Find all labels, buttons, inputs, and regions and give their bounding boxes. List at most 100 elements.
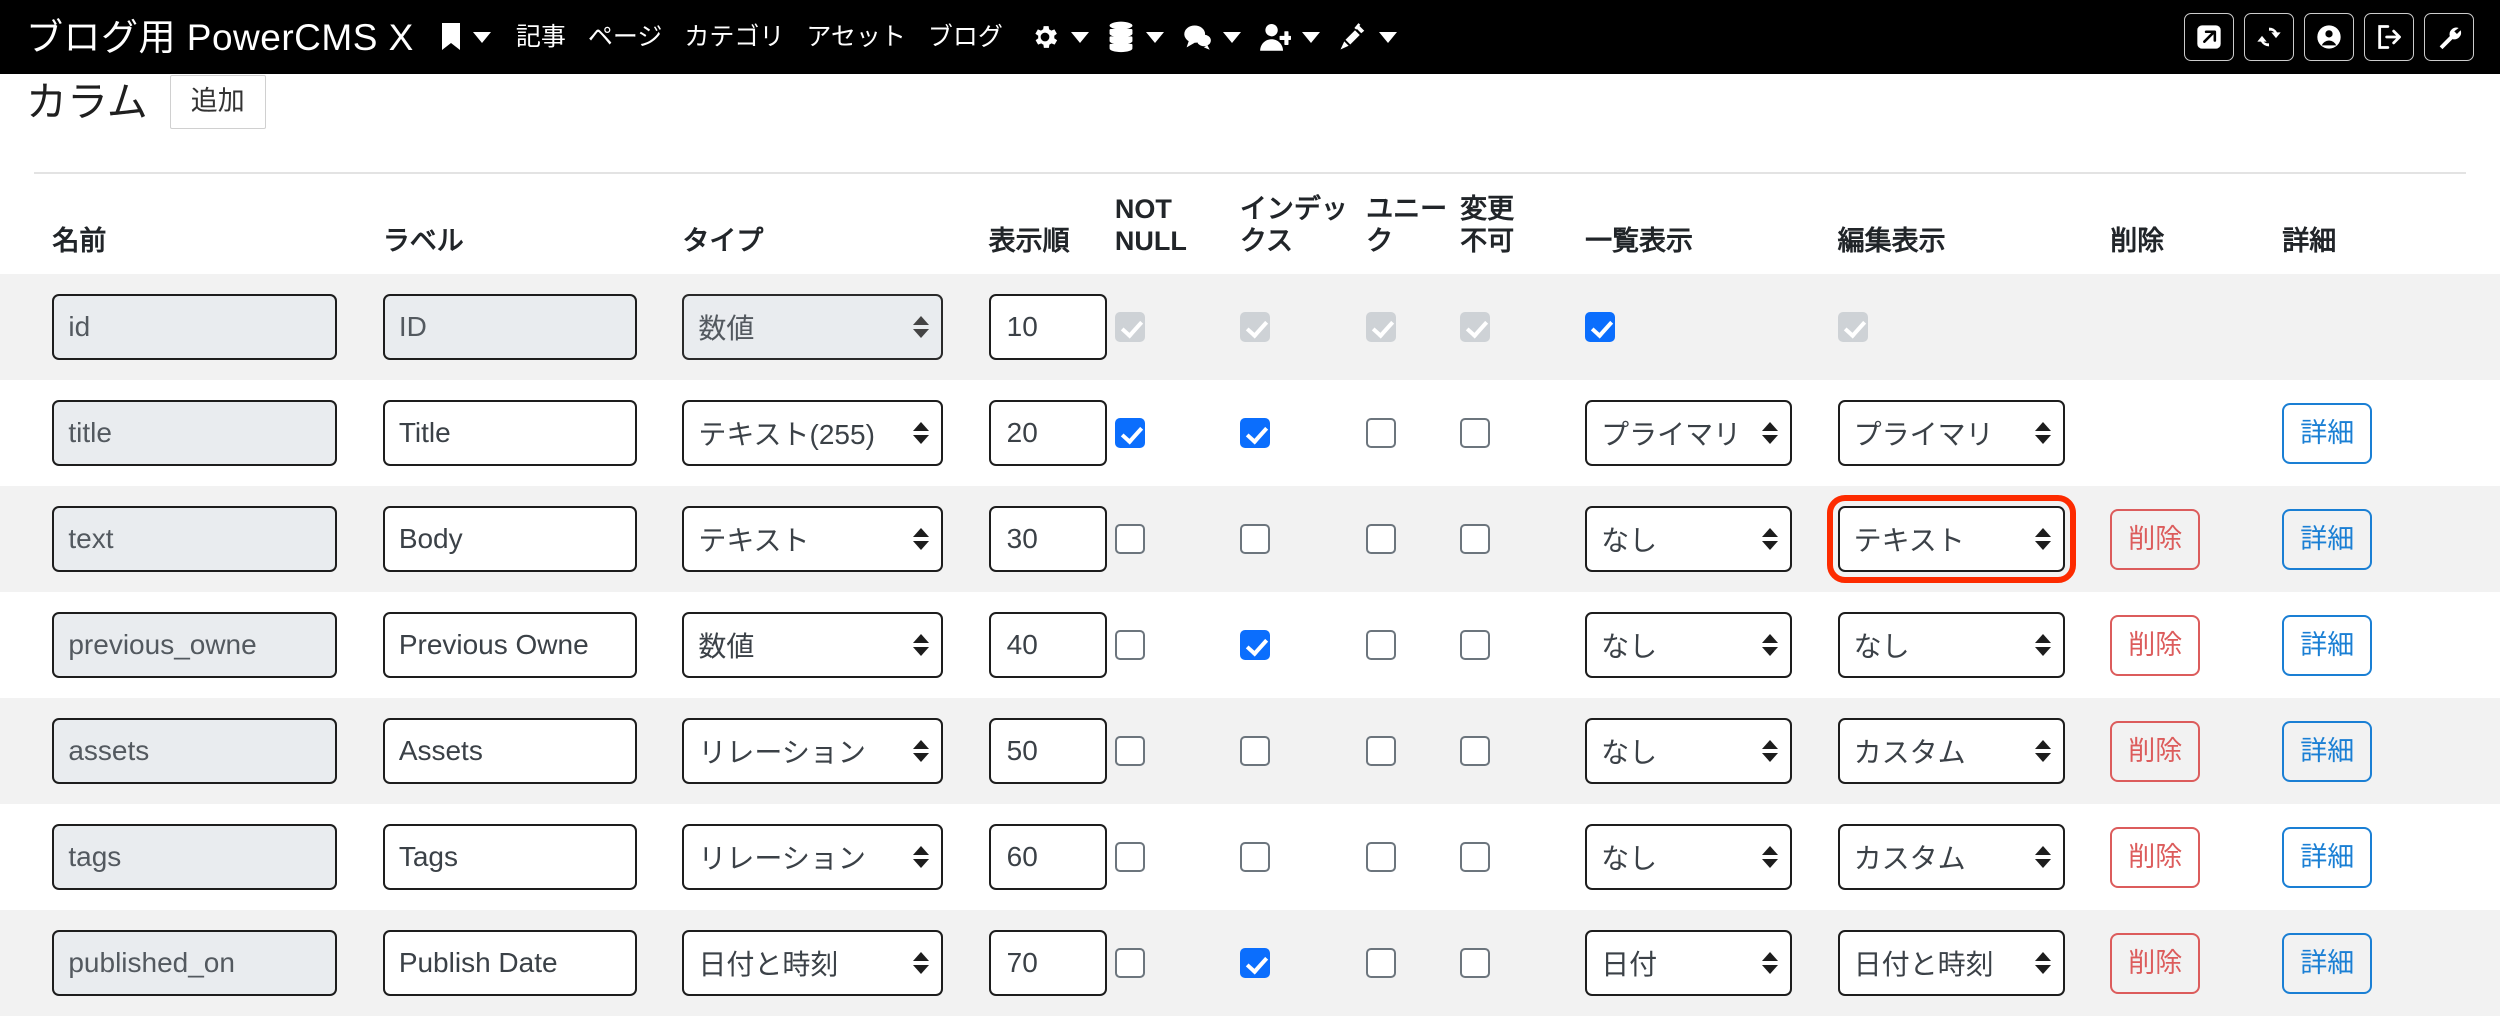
detail-button[interactable]: 詳細: [2282, 932, 2373, 994]
not-null-checkbox[interactable]: [1114, 630, 1145, 660]
column-name-input[interactable]: [52, 294, 338, 360]
edit-display-select[interactable]: カスタム: [1837, 824, 2065, 890]
user-circle-button[interactable]: [2304, 13, 2354, 61]
nav-item-categories[interactable]: カテゴリ: [673, 24, 795, 50]
column-name-input[interactable]: [52, 506, 338, 572]
column-type-select-value: テキスト: [698, 525, 810, 556]
display-order-input[interactable]: [988, 506, 1107, 572]
column-type-select[interactable]: 数値: [682, 612, 944, 678]
unique-checkbox[interactable]: [1366, 842, 1397, 872]
detail-button[interactable]: 詳細: [2282, 826, 2373, 888]
nav-item-pages[interactable]: ページ: [577, 24, 674, 50]
not-null-checkbox[interactable]: [1114, 948, 1145, 978]
chevron-down-icon-plug[interactable]: [1378, 31, 1397, 43]
logout-button[interactable]: [2364, 13, 2414, 61]
wrench-button[interactable]: [2424, 13, 2474, 61]
list-display-select[interactable]: なし: [1585, 824, 1792, 890]
column-type-select[interactable]: リレーション: [682, 824, 944, 890]
no-change-checkbox[interactable]: [1460, 736, 1491, 766]
index-checkbox[interactable]: [1239, 736, 1270, 766]
chevron-down-icon-useradd[interactable]: [1301, 31, 1320, 43]
display-order-input[interactable]: [988, 718, 1107, 784]
no-change-checkbox[interactable]: [1460, 630, 1491, 660]
column-name-input[interactable]: [52, 930, 338, 996]
list-display-checkbox[interactable]: [1585, 312, 1616, 342]
column-label-input[interactable]: [382, 506, 637, 572]
index-checkbox[interactable]: [1239, 948, 1270, 978]
no-change-checkbox[interactable]: [1460, 842, 1491, 872]
list-display-select-value: なし: [1601, 631, 1658, 662]
chevron-down-icon-comment[interactable]: [1222, 31, 1241, 43]
delete-button[interactable]: 削除: [2110, 826, 2201, 888]
column-type-select[interactable]: テキスト: [682, 506, 944, 572]
list-display-select[interactable]: 日付: [1585, 930, 1792, 996]
column-label-input[interactable]: [382, 718, 637, 784]
unique-checkbox[interactable]: [1366, 630, 1397, 660]
column-name-input[interactable]: [52, 824, 338, 890]
unique-checkbox[interactable]: [1366, 736, 1397, 766]
display-order-input[interactable]: [988, 930, 1107, 996]
list-display-select[interactable]: なし: [1585, 506, 1792, 572]
column-name-input[interactable]: [52, 400, 338, 466]
index-checkbox[interactable]: [1239, 630, 1270, 660]
add-column-button[interactable]: 追加: [169, 75, 266, 129]
plug-icon[interactable]: [1334, 22, 1372, 52]
nav-item-articles[interactable]: 記事: [505, 24, 577, 50]
detail-button[interactable]: 詳細: [2282, 402, 2373, 464]
column-type-select[interactable]: 日付と時刻: [682, 930, 944, 996]
column-type-select[interactable]: テキスト(255): [682, 400, 944, 466]
chevron-down-icon-db[interactable]: [1145, 31, 1164, 43]
column-label-input[interactable]: [382, 400, 637, 466]
list-display-select[interactable]: なし: [1585, 612, 1792, 678]
index-checkbox[interactable]: [1239, 524, 1270, 554]
refresh-button[interactable]: [2244, 13, 2294, 61]
column-label-input[interactable]: [382, 824, 637, 890]
delete-button[interactable]: 削除: [2110, 720, 2201, 782]
chevron-down-icon-gear[interactable]: [1070, 31, 1089, 43]
edit-display-select[interactable]: プライマリ: [1837, 400, 2065, 466]
delete-button[interactable]: 削除: [2110, 614, 2201, 676]
no-change-checkbox[interactable]: [1460, 524, 1491, 554]
user-add-icon[interactable]: [1255, 22, 1295, 52]
edit-display-select[interactable]: カスタム: [1837, 718, 2065, 784]
column-label-input[interactable]: [382, 612, 637, 678]
column-name-input[interactable]: [52, 612, 338, 678]
list-display-select[interactable]: プライマリ: [1585, 400, 1792, 466]
column-label-input[interactable]: [382, 930, 637, 996]
chevron-down-icon[interactable]: [472, 31, 491, 43]
unique-checkbox[interactable]: [1366, 948, 1397, 978]
column-type-select[interactable]: リレーション: [682, 718, 944, 784]
not-null-checkbox[interactable]: [1114, 524, 1145, 554]
no-change-checkbox[interactable]: [1460, 948, 1491, 978]
detail-button[interactable]: 詳細: [2282, 720, 2373, 782]
detail-button[interactable]: 詳細: [2282, 614, 2373, 676]
detail-button[interactable]: 詳細: [2282, 508, 2373, 570]
list-display-select[interactable]: なし: [1585, 718, 1792, 784]
not-null-checkbox[interactable]: [1114, 842, 1145, 872]
display-order-input[interactable]: [988, 294, 1107, 360]
gear-icon[interactable]: [1026, 22, 1064, 52]
bookmark-icon[interactable]: [436, 22, 466, 52]
external-link-button[interactable]: [2184, 13, 2234, 61]
comment-icon[interactable]: [1178, 23, 1216, 51]
unique-checkbox[interactable]: [1366, 418, 1397, 448]
column-name-input[interactable]: [52, 718, 338, 784]
nav-item-blog[interactable]: ブログ: [917, 24, 1014, 50]
index-checkbox[interactable]: [1239, 418, 1270, 448]
delete-button[interactable]: 削除: [2110, 932, 2201, 994]
display-order-input[interactable]: [988, 824, 1107, 890]
database-icon[interactable]: [1103, 21, 1139, 53]
not-null-checkbox[interactable]: [1114, 736, 1145, 766]
index-checkbox[interactable]: [1239, 842, 1270, 872]
edit-display-select[interactable]: なし: [1837, 612, 2065, 678]
nav-item-assets[interactable]: アセット: [795, 24, 917, 50]
table-header-row: 名前 ラベル タイプ 表示順 NOT NULL インデッ クス ユニー ク 変更…: [0, 178, 2500, 274]
display-order-input[interactable]: [988, 400, 1107, 466]
edit-display-select[interactable]: 日付と時刻: [1837, 930, 2065, 996]
not-null-checkbox[interactable]: [1114, 418, 1145, 448]
edit-display-select[interactable]: テキスト: [1826, 495, 2076, 583]
delete-button[interactable]: 削除: [2110, 508, 2201, 570]
no-change-checkbox[interactable]: [1460, 418, 1491, 448]
unique-checkbox[interactable]: [1366, 524, 1397, 554]
display-order-input[interactable]: [988, 612, 1107, 678]
